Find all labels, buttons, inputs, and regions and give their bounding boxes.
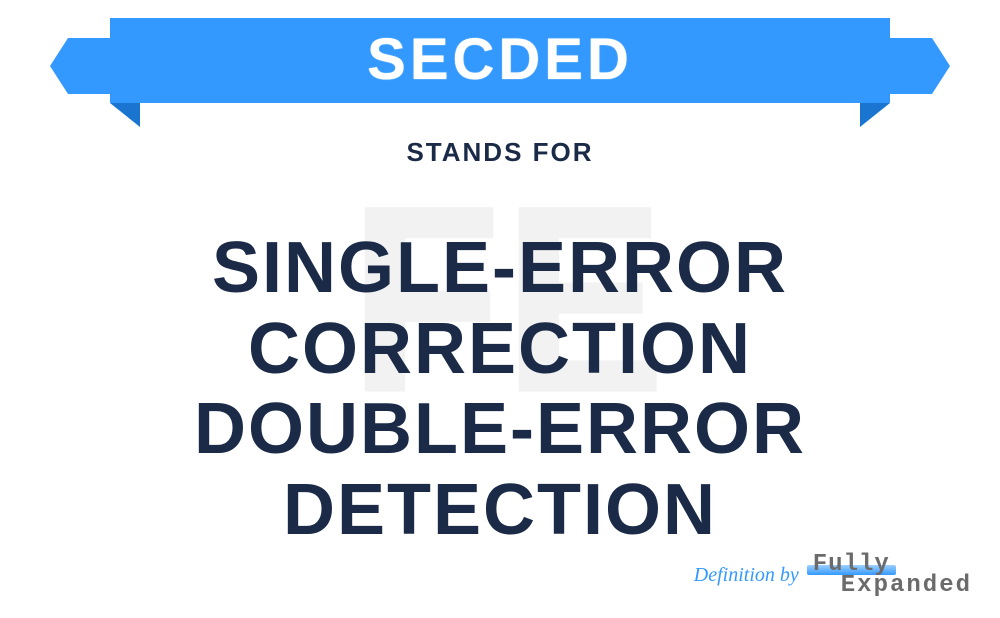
acronym-title: SECDED — [170, 26, 830, 93]
footer-attribution: Definition by Fully Expanded — [694, 555, 972, 596]
ribbon-tail-left — [68, 38, 128, 94]
ribbon-fold-right — [860, 103, 890, 127]
banner-body: SECDED — [110, 18, 890, 103]
banner-ribbon: SECDED — [0, 18, 1000, 103]
logo-line-1: Fully — [813, 555, 890, 575]
ribbon-fold-left — [110, 103, 140, 127]
source-logo: Fully Expanded — [813, 555, 972, 596]
stands-for-label: STANDS FOR — [0, 137, 1000, 168]
definition-block: SINGLE-ERROR CORRECTION DOUBLE-ERROR DET… — [0, 228, 1000, 551]
definition-text: SINGLE-ERROR CORRECTION DOUBLE-ERROR DET… — [10, 228, 990, 551]
ribbon-tail-right — [872, 38, 932, 94]
definition-by-label: Definition by — [694, 564, 799, 587]
